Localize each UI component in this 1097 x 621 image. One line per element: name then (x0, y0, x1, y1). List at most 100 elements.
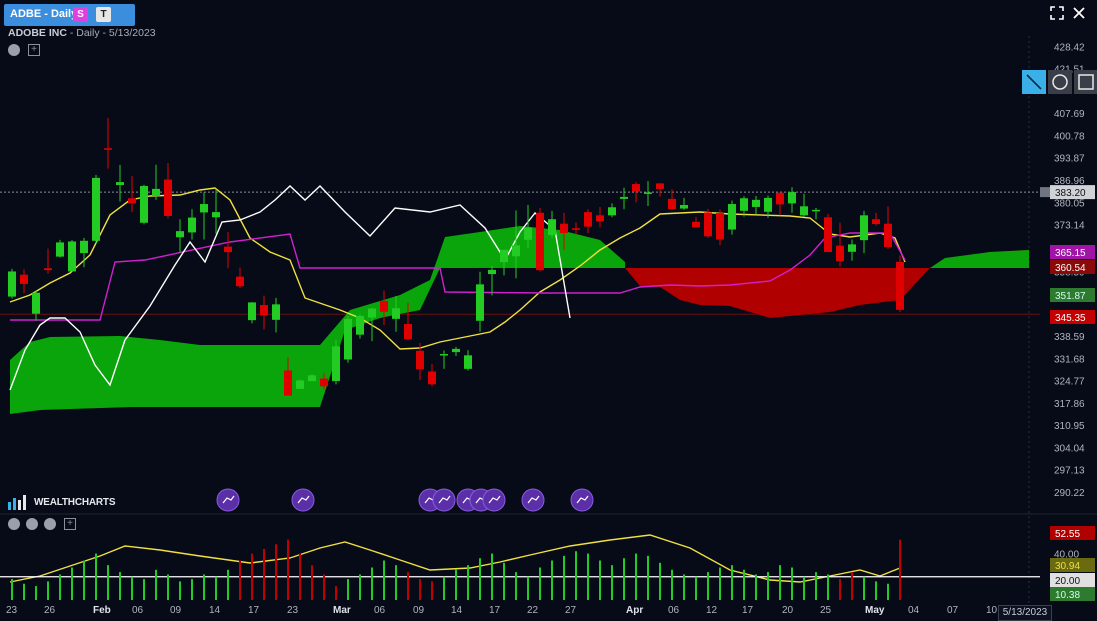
candle-body (548, 219, 556, 236)
circle-tool-icon[interactable] (1048, 70, 1072, 94)
candle-body (440, 354, 448, 356)
event-marker-icon (432, 488, 456, 512)
candle-body (116, 182, 124, 186)
time-axis-label: 14 (451, 605, 463, 616)
cloud-bullish (10, 226, 625, 414)
price-chart[interactable]: 428.42421.51407.69400.78393.87386.96380.… (0, 0, 1097, 621)
candle-body (248, 302, 256, 321)
candle-body (776, 192, 784, 205)
time-axis-label: Feb (93, 605, 111, 616)
candle-body (740, 198, 748, 211)
candle-body (332, 346, 340, 382)
candle-body (692, 221, 700, 228)
price-tick-label: 400.78 (1054, 131, 1085, 142)
price-tick-label: 310.95 (1054, 421, 1085, 432)
event-marker-icon (291, 488, 315, 512)
candle-body (836, 245, 844, 262)
candle-body (476, 284, 484, 321)
candle-body (392, 308, 400, 319)
wealthcharts-logo: WEALTHCHARTS (8, 494, 115, 510)
rectangle-tool-icon[interactable] (1074, 70, 1097, 94)
crosshair-price-tag: 383.20 (1055, 188, 1086, 199)
candle-body (464, 355, 472, 369)
indicator-close-icon[interactable] (44, 518, 56, 530)
time-axis-label: 23 (6, 605, 18, 616)
candle-body (896, 261, 904, 310)
logo-text: WEALTHCHARTS (34, 497, 116, 508)
candle-body (524, 227, 532, 240)
price-tick-label: 338.59 (1054, 332, 1085, 343)
time-axis-label: 22 (527, 605, 539, 616)
line-tool-icon[interactable] (1022, 70, 1046, 94)
candle-body (152, 188, 160, 196)
price-tick-label: 317.86 (1054, 399, 1085, 410)
chart-subtitle: ADOBE INC - Daily - 5/13/2023 (8, 27, 156, 39)
time-axis-label: 07 (947, 605, 959, 616)
time-axis-label: Apr (626, 605, 644, 616)
candle-body (8, 271, 16, 297)
candle-body (452, 348, 460, 353)
candle-body (80, 240, 88, 254)
candle-body (620, 196, 628, 199)
indicator-collapse-icon[interactable] (26, 518, 38, 530)
candle-body (644, 192, 652, 194)
time-axis-label: 09 (413, 605, 425, 616)
event-marker-icon (216, 488, 240, 512)
time-axis-label: 27 (565, 605, 577, 616)
indicator-settings-icon[interactable] (8, 518, 20, 530)
event-marker-icon (570, 488, 594, 512)
price-tick-label: 331.68 (1054, 354, 1085, 365)
candle-body (164, 179, 172, 216)
time-axis-label: 20 (782, 605, 794, 616)
candle-body (272, 304, 280, 320)
candle-body (428, 371, 436, 385)
crosshair-plus-icon (1040, 187, 1050, 198)
kijun-price-tag: 360.54 (1055, 263, 1086, 274)
candle-body (344, 318, 352, 360)
candle-body (536, 212, 544, 271)
candle-body (656, 183, 664, 189)
indicator-add-icon[interactable]: + (64, 518, 76, 530)
candle-body (200, 204, 208, 213)
candle-body (728, 204, 736, 230)
time-axis-label: 17 (248, 605, 260, 616)
candle-body (284, 370, 292, 396)
add-study-icon[interactable]: + (28, 44, 40, 56)
time-axis-label: 06 (668, 605, 680, 616)
candle-body (824, 217, 832, 253)
price-tick-label: 407.69 (1054, 109, 1085, 120)
date-marker: 5/13/2023 (998, 605, 1052, 621)
candle-body (188, 217, 196, 233)
candle-body (260, 304, 268, 316)
candle-body (632, 184, 640, 192)
price-tick-label: 373.14 (1054, 221, 1085, 232)
price-tick-label: 393.87 (1054, 154, 1085, 165)
candle-body (68, 241, 76, 272)
time-axis-label: 10 (986, 605, 998, 616)
time-axis-label: 26 (44, 605, 56, 616)
settings-gear-icon[interactable] (8, 44, 20, 56)
candle-body (584, 212, 592, 227)
candle-body (140, 185, 148, 223)
subtitle-info: - Daily - 5/13/2023 (66, 27, 156, 39)
event-marker-icon (521, 488, 545, 512)
drawing-toolbar (1022, 70, 1097, 94)
candle-body (356, 315, 364, 335)
candle-body (56, 242, 64, 257)
price-tick-label: 428.42 (1054, 42, 1085, 53)
time-axis-label: 04 (908, 605, 920, 616)
candle-body (872, 219, 880, 225)
price-tick-label: 380.05 (1054, 198, 1085, 209)
event-marker-icon (482, 488, 506, 512)
candle-body (608, 207, 616, 216)
time-axis-label: 09 (170, 605, 182, 616)
candle-body (368, 308, 376, 318)
time-axis-label: May (865, 605, 885, 616)
indicator-yellow-tag: 30.94 (1055, 561, 1080, 572)
candle-body (512, 245, 520, 257)
candle-body (308, 375, 316, 382)
price-tick-label: 297.13 (1054, 466, 1085, 477)
candle-body (680, 205, 688, 209)
tenkan-price-tag: 365.15 (1055, 248, 1086, 259)
candle-body (32, 292, 40, 314)
